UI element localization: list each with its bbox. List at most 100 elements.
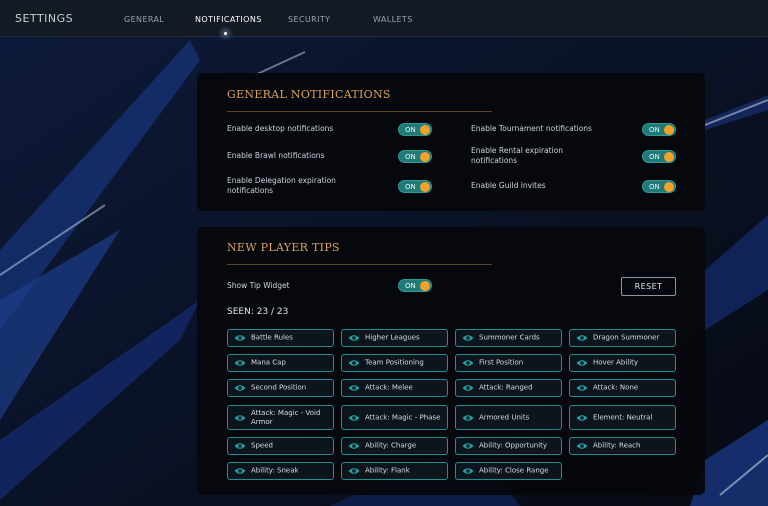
tip-item[interactable]: Armored Units	[455, 405, 562, 430]
tip-label: Speed	[251, 441, 273, 450]
tip-label: Attack: None	[593, 383, 639, 392]
tip-item[interactable]: Ability: Opportunity	[455, 437, 562, 455]
toggle-state: ON	[405, 281, 416, 290]
tip-label: Element: Neutral	[593, 413, 653, 421]
tip-item[interactable]: Attack: Ranged	[455, 379, 562, 397]
toggle-knob	[420, 182, 430, 192]
toggle-knob	[664, 125, 674, 135]
tip-label: Attack: Ranged	[479, 383, 533, 392]
show-tip-widget-toggle[interactable]: ON	[398, 279, 432, 292]
tip-label: Second Position	[251, 383, 307, 392]
heading-divider	[227, 264, 492, 265]
tip-label: First Position	[479, 358, 524, 367]
delegation-notifications-toggle[interactable]: ON	[398, 180, 432, 193]
tip-label: Attack: Magic - Void Armor	[251, 408, 321, 426]
tip-item[interactable]: Higher Leagues	[341, 329, 448, 347]
delegation-notifications-label: Enable Delegation expiration notificatio…	[227, 176, 336, 195]
tip-label: Ability: Charge	[365, 441, 417, 450]
eye-icon	[348, 414, 360, 421]
toggle-knob	[664, 152, 674, 162]
toggle-state: ON	[649, 182, 660, 191]
guild-invites-toggle[interactable]: ON	[642, 180, 676, 193]
tab-wallets[interactable]: WALLETS	[373, 15, 413, 24]
tip-item[interactable]: Speed	[227, 437, 334, 455]
eye-icon	[462, 414, 474, 421]
tip-item[interactable]: Dragon Summoner	[569, 329, 676, 347]
tournament-notifications-label: Enable Tournament notifications	[471, 124, 592, 133]
eye-icon	[576, 443, 588, 449]
rental-notifications-toggle[interactable]: ON	[642, 150, 676, 163]
eye-icon	[348, 468, 360, 474]
tip-label: Ability: Sneak	[251, 466, 299, 475]
tip-item[interactable]: Attack: Melee	[341, 379, 448, 397]
tip-label: Attack: Melee	[365, 383, 413, 392]
tip-label: Ability: Opportunity	[479, 441, 548, 450]
desktop-notifications-label: Enable desktop notifications	[227, 124, 334, 133]
tip-item[interactable]: Ability: Flank	[341, 462, 448, 480]
tab-security[interactable]: SECURITY	[288, 15, 330, 24]
eye-icon	[234, 385, 246, 391]
eye-icon	[462, 468, 474, 474]
tip-label: Higher Leagues	[365, 333, 420, 342]
general-notifications-heading: GENERAL NOTIFICATIONS	[227, 88, 391, 101]
tip-item[interactable]: Second Position	[227, 379, 334, 397]
tab-general[interactable]: GENERAL	[124, 15, 164, 24]
tip-item[interactable]: First Position	[455, 354, 562, 372]
tip-label: Ability: Close Range	[479, 466, 549, 475]
tip-item[interactable]: Attack: None	[569, 379, 676, 397]
tip-item[interactable]: Element: Neutral	[569, 405, 676, 430]
tip-item[interactable]: Ability: Close Range	[455, 462, 562, 480]
tip-label: Team Positioning	[365, 358, 424, 367]
tip-item[interactable]: Summoner Cards	[455, 329, 562, 347]
eye-icon	[462, 385, 474, 391]
eye-icon	[348, 443, 360, 449]
tournament-notifications-toggle[interactable]: ON	[642, 123, 676, 136]
tip-label: Attack: Magic - Phase	[365, 413, 441, 421]
guild-invites-label: Enable Guild invites	[471, 181, 546, 190]
tip-item[interactable]: Ability: Charge	[341, 437, 448, 455]
toggle-state: ON	[405, 152, 416, 161]
new-player-tips-heading: NEW PLAYER TIPS	[227, 241, 340, 254]
eye-icon	[576, 414, 588, 421]
eye-icon	[234, 468, 246, 474]
tip-item[interactable]: Battle Rules	[227, 329, 334, 347]
tip-item[interactable]: Mana Cap	[227, 354, 334, 372]
active-tab-indicator	[224, 32, 227, 35]
tip-label: Ability: Reach	[593, 441, 641, 450]
tip-item[interactable]: Ability: Sneak	[227, 462, 334, 480]
toggle-state: ON	[405, 182, 416, 191]
toggle-state: ON	[649, 152, 660, 161]
eye-icon	[234, 414, 246, 421]
general-notifications-panel: GENERAL NOTIFICATIONS Enable desktop not…	[197, 73, 705, 211]
desktop-notifications-toggle[interactable]: ON	[398, 123, 432, 136]
heading-divider	[227, 111, 492, 112]
eye-icon	[576, 385, 588, 391]
top-nav-bar: SETTINGS GENERAL NOTIFICATIONS SECURITY …	[0, 0, 768, 37]
eye-icon	[462, 360, 474, 366]
page-title: SETTINGS	[15, 12, 74, 25]
eye-icon	[234, 360, 246, 366]
toggle-knob	[664, 182, 674, 192]
tip-item[interactable]: Hover Ability	[569, 354, 676, 372]
tip-item[interactable]: Attack: Magic - Void Armor	[227, 405, 334, 430]
seen-counter: SEEN: 23 / 23	[227, 307, 289, 317]
tip-label: Ability: Flank	[365, 466, 410, 475]
tip-item[interactable]: Ability: Reach	[569, 437, 676, 455]
tip-item[interactable]: Attack: Magic - Phase	[341, 405, 448, 430]
tip-item[interactable]: Team Positioning	[341, 354, 448, 372]
toggle-knob	[420, 281, 430, 291]
reset-button[interactable]: RESET	[621, 277, 676, 296]
brawl-notifications-label: Enable Brawl notifications	[227, 151, 325, 160]
toggle-knob	[420, 125, 430, 135]
eye-icon	[576, 335, 588, 341]
eye-icon	[348, 385, 360, 391]
brawl-notifications-toggle[interactable]: ON	[398, 150, 432, 163]
tip-label: Hover Ability	[593, 358, 639, 367]
tip-label: Armored Units	[479, 413, 530, 421]
rental-notifications-label: Enable Rental expiration notifications	[471, 146, 563, 165]
eye-icon	[576, 360, 588, 366]
toggle-state: ON	[649, 125, 660, 134]
tab-notifications[interactable]: NOTIFICATIONS	[195, 15, 262, 24]
tip-label: Dragon Summoner	[593, 333, 660, 342]
toggle-state: ON	[405, 125, 416, 134]
